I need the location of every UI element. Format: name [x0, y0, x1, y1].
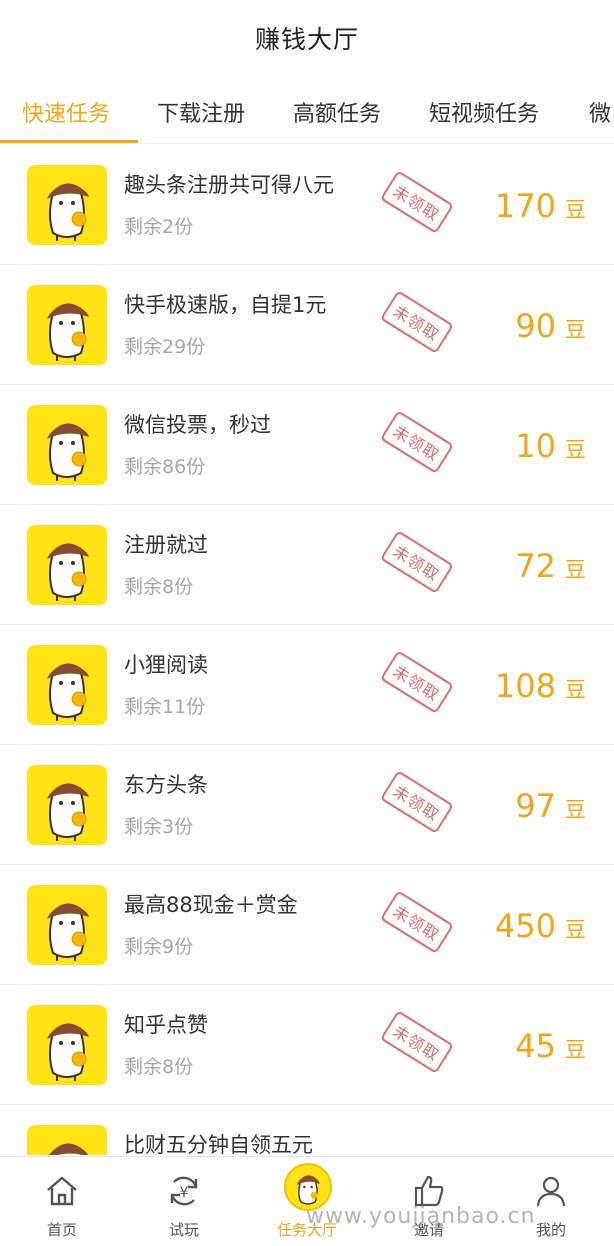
- mascot-icon: [27, 1125, 107, 1155]
- task-row[interactable]: 知乎点赞 剩余8份 未领取 45 豆: [0, 985, 614, 1105]
- active-tab-indicator: [0, 140, 138, 143]
- task-row[interactable]: 小狸阅读 剩余11份 未领取 108 豆: [0, 625, 614, 745]
- task-row[interactable]: 东方头条 剩余3份 未领取 97 豆: [0, 745, 614, 865]
- tab-high-value[interactable]: 高额任务: [293, 80, 381, 143]
- mascot-icon: [27, 885, 107, 965]
- task-row[interactable]: 趣头条注册共可得八元 剩余2份 未领取 170 豆: [0, 145, 614, 265]
- task-title: 注册就过: [124, 533, 208, 557]
- mascot-icon: [27, 165, 107, 245]
- reward: 170 豆: [495, 187, 586, 225]
- mascot-icon: [27, 645, 107, 725]
- reward: 45 豆: [515, 1027, 586, 1065]
- task-remaining: 剩余86份: [124, 456, 206, 478]
- task-remaining: 剩余2份: [124, 216, 194, 238]
- task-remaining: 剩余8份: [124, 1056, 194, 1078]
- reward-amount: 90: [515, 307, 556, 345]
- reward-unit: 豆: [565, 678, 586, 702]
- tab-quick-tasks[interactable]: 快速任务: [22, 80, 110, 143]
- status-stamp: 未领取: [380, 530, 454, 594]
- reward: 10 豆: [515, 427, 586, 465]
- task-list: 趣头条注册共可得八元 剩余2份 未领取 170 豆 快手极速版，自提1元 剩余2…: [0, 145, 614, 1155]
- task-title: 小狸阅读: [124, 653, 208, 677]
- status-stamp: 未领取: [380, 1010, 454, 1074]
- task-remaining: 剩余9份: [124, 936, 194, 958]
- reward-amount: 170: [494, 187, 556, 225]
- nav-label: 试玩: [168, 1221, 199, 1239]
- task-title: 比财五分钟自领五元: [124, 1133, 313, 1155]
- task-remaining: 剩余8份: [124, 576, 194, 598]
- reward-unit: 豆: [565, 198, 586, 222]
- reward: 90 豆: [515, 307, 586, 345]
- task-row[interactable]: 微信投票，秒过 剩余86份 未领取 10 豆: [0, 385, 614, 505]
- reward: 97 豆: [515, 787, 586, 825]
- status-stamp: 未领取: [380, 890, 454, 954]
- header-bar: 赚钱大厅: [0, 0, 614, 80]
- tab-wechat[interactable]: 微: [589, 80, 611, 143]
- nav-mine[interactable]: 我的: [491, 1157, 611, 1246]
- nav-task-hall[interactable]: 任务大厅: [247, 1157, 367, 1246]
- task-title: 趣头条注册共可得八元: [124, 173, 334, 197]
- task-remaining: 剩余29份: [124, 336, 206, 358]
- nav-trial[interactable]: ¥ 试玩: [124, 1157, 244, 1246]
- task-row[interactable]: 最高88现金＋赏金 剩余9份 未领取 450 豆: [0, 865, 614, 985]
- task-row-partial[interactable]: 比财五分钟自领五元: [0, 1105, 614, 1155]
- reward-unit: 豆: [565, 558, 586, 582]
- task-title: 微信投票，秒过: [124, 413, 271, 437]
- task-remaining: 剩余11份: [124, 696, 206, 718]
- tab-short-video[interactable]: 短视频任务: [429, 80, 539, 143]
- category-tabs: 快速任务 下载注册 高额任务 短视频任务 微: [0, 80, 614, 144]
- bottom-nav: 首页 ¥ 试玩 任务大厅 邀请 我的: [0, 1156, 614, 1246]
- reward-unit: 豆: [565, 798, 586, 822]
- task-title: 东方头条: [124, 773, 208, 797]
- mascot-icon: [27, 285, 107, 365]
- nav-label: 首页: [46, 1221, 77, 1239]
- reward-amount: 108: [494, 667, 556, 705]
- reward-unit: 豆: [565, 1038, 586, 1062]
- mascot-icon: [27, 1005, 107, 1085]
- status-stamp: 未领取: [380, 650, 454, 714]
- status-stamp: 未领取: [380, 170, 454, 234]
- task-remaining: 剩余3份: [124, 816, 194, 838]
- svg-text:¥: ¥: [180, 1185, 189, 1201]
- task-row[interactable]: 快手极速版，自提1元 剩余29份 未领取 90 豆: [0, 265, 614, 385]
- nav-invite[interactable]: 邀请: [369, 1157, 489, 1246]
- reward: 72 豆: [515, 547, 586, 585]
- user-icon: [536, 1176, 566, 1207]
- home-icon: [47, 1176, 77, 1206]
- status-stamp: 未领取: [380, 290, 454, 354]
- task-row[interactable]: 注册就过 剩余8份 未领取 72 豆: [0, 505, 614, 625]
- reward: 450 豆: [495, 907, 586, 945]
- mascot-icon: [27, 525, 107, 605]
- status-stamp: 未领取: [380, 410, 454, 474]
- nav-home[interactable]: 首页: [2, 1157, 122, 1246]
- reward: 108 豆: [495, 667, 586, 705]
- reward-amount: 45: [515, 1027, 556, 1065]
- task-title: 知乎点赞: [124, 1013, 208, 1037]
- mascot-icon: [27, 765, 107, 845]
- status-stamp: 未领取: [380, 770, 454, 834]
- watermark-text: www.youjianbao.cn: [306, 1204, 536, 1229]
- mascot-icon: [27, 405, 107, 485]
- yuan-refresh-icon: ¥: [170, 1176, 198, 1206]
- reward-amount: 10: [515, 427, 556, 465]
- task-title: 快手极速版，自提1元: [124, 293, 327, 317]
- task-title: 最高88现金＋赏金: [124, 893, 298, 917]
- reward-amount: 97: [515, 787, 556, 825]
- reward-amount: 450: [494, 907, 556, 945]
- reward-unit: 豆: [565, 318, 586, 342]
- page-title: 赚钱大厅: [254, 25, 359, 54]
- tab-download-register[interactable]: 下载注册: [157, 80, 245, 143]
- reward-unit: 豆: [565, 438, 586, 462]
- reward-unit: 豆: [565, 918, 586, 942]
- reward-amount: 72: [515, 547, 556, 585]
